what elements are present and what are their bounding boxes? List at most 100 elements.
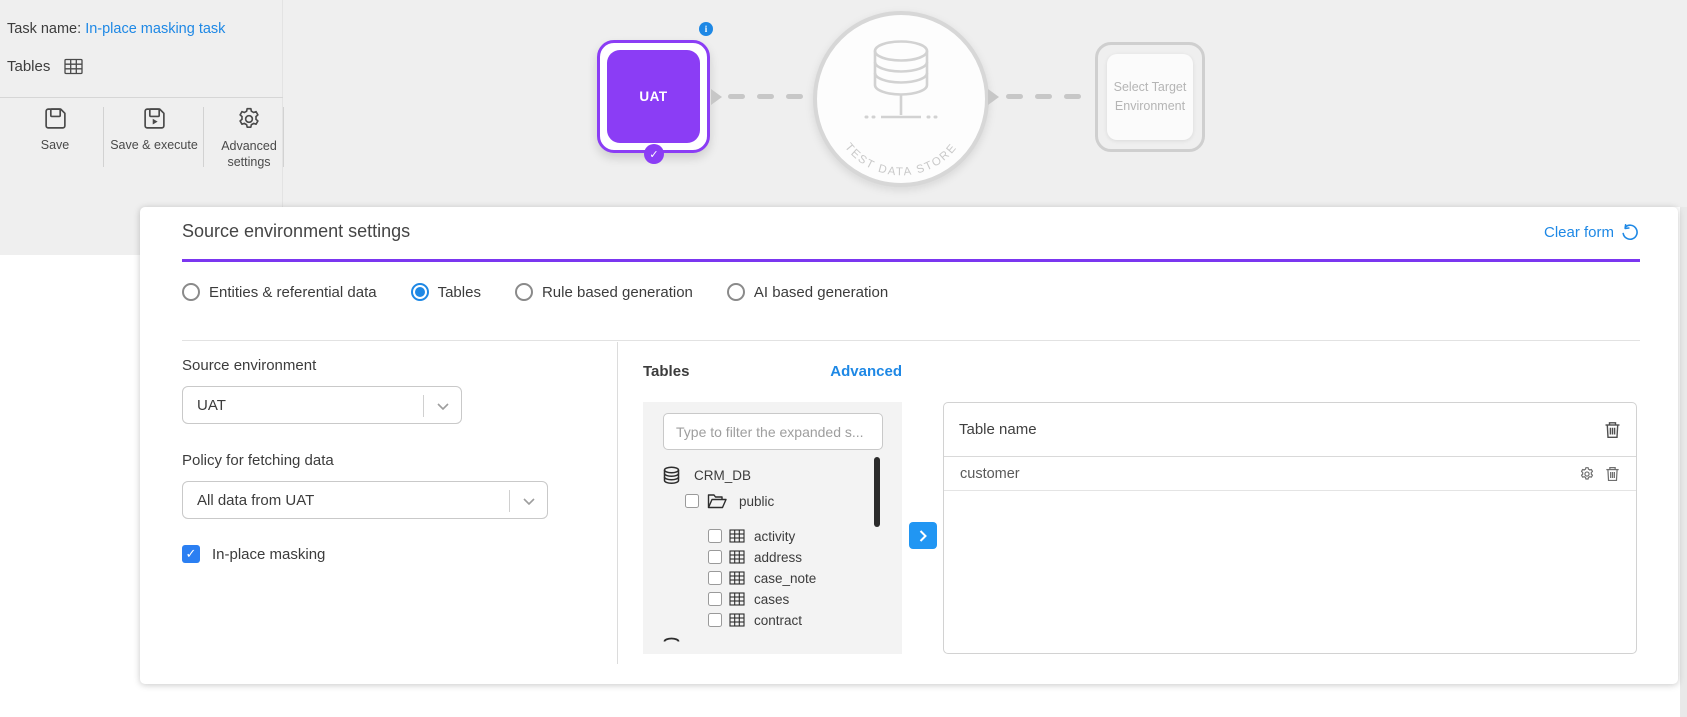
policy-select[interactable]: All data from UAT (182, 481, 548, 519)
tree-node-table[interactable]: case_note (708, 567, 816, 589)
checkbox-unchecked-icon[interactable] (685, 494, 699, 508)
advanced-settings-label: Advanced settings (206, 138, 292, 171)
advanced-settings-button[interactable]: Advanced settings (206, 106, 292, 171)
radio-ai-based[interactable]: AI based generation (727, 283, 888, 301)
dropdown-divider (509, 490, 510, 512)
task-name-label: Task name: (7, 21, 81, 37)
tree-node-label: activity (754, 529, 795, 544)
save-execute-icon (142, 106, 167, 131)
svg-text:TEST DATA STORE: TEST DATA STORE (842, 141, 960, 178)
tree-node-table[interactable]: cases (708, 588, 789, 610)
flow-dashed-connector (728, 94, 803, 99)
tables-tree-panel: CRM_DB public activity (643, 402, 902, 654)
table-grid-icon (729, 592, 745, 606)
save-button-label: Save (41, 137, 70, 153)
save-execute-button[interactable]: Save & execute (109, 106, 199, 153)
save-button[interactable]: Save (12, 106, 98, 153)
vertical-divider (617, 342, 618, 664)
trash-icon[interactable] (1604, 421, 1621, 439)
section-divider (182, 340, 1640, 341)
chevron-down-icon[interactable] (523, 498, 535, 505)
chevron-down-icon[interactable] (437, 403, 449, 410)
chevron-right-icon (919, 530, 927, 542)
checkbox-checked-icon[interactable]: ✓ (182, 545, 200, 563)
radio-label: AI based generation (754, 284, 888, 301)
workflow-source-node-label: UAT (607, 50, 700, 143)
workflow-source-node[interactable]: UAT (597, 40, 710, 153)
tree-node-label: contract (754, 613, 802, 628)
selected-tables-panel: Table name customer (943, 402, 1637, 654)
dropdown-divider (423, 395, 424, 417)
info-icon[interactable]: i (699, 22, 713, 36)
mode-label: Tables (7, 58, 50, 75)
table-grid-icon (729, 571, 745, 585)
tree-node-label: public (739, 494, 774, 509)
table-row-name: customer (960, 466, 1020, 482)
folder-open-icon (707, 493, 727, 509)
table-row[interactable]: customer (944, 457, 1636, 491)
clear-form-label: Clear form (1544, 224, 1614, 241)
radio-entities-referential[interactable]: Entities & referential data (182, 283, 377, 301)
tables-section-title: Tables (643, 363, 689, 380)
source-environment-select[interactable]: UAT (182, 386, 462, 424)
task-name-link[interactable]: In-place masking task (85, 21, 225, 37)
save-execute-label: Save & execute (110, 137, 198, 153)
radio-icon-selected[interactable] (411, 283, 429, 301)
tree-scrollbar-thumb[interactable] (874, 457, 880, 527)
table-name-header: Table name (959, 421, 1037, 438)
tables-section-header: Tables Advanced (643, 363, 902, 380)
workflow-test-data-store-node[interactable]: TEST DATA STORE (813, 11, 989, 187)
tree-node-label: cases (754, 592, 789, 607)
checkbox-unchecked-icon[interactable] (708, 550, 722, 564)
table-grid-icon (64, 58, 83, 75)
tree-filter-input[interactable] (663, 413, 883, 450)
toolbar-separator (203, 107, 204, 167)
store-node-label: TEST DATA STORE (842, 141, 960, 178)
trash-icon[interactable] (1605, 466, 1620, 482)
gear-icon[interactable] (1579, 466, 1595, 482)
advanced-link[interactable]: Advanced (830, 363, 902, 380)
flow-arrow-icon (711, 89, 722, 105)
radio-rule-based[interactable]: Rule based generation (515, 283, 693, 301)
checkbox-unchecked-icon[interactable] (708, 613, 722, 627)
checkbox-unchecked-icon[interactable] (708, 571, 722, 585)
policy-value: All data from UAT (197, 492, 314, 509)
title-underline (182, 259, 1640, 262)
radio-icon[interactable] (182, 283, 200, 301)
database-icon (663, 466, 680, 485)
table-grid-icon (729, 613, 745, 627)
radio-icon[interactable] (515, 283, 533, 301)
radio-icon[interactable] (727, 283, 745, 301)
tree-node-table[interactable]: activity (708, 525, 795, 547)
inplace-masking-label: In-place masking (212, 546, 325, 563)
radio-tables[interactable]: Tables (411, 283, 481, 301)
app-root: Task name: In-place masking task Tables … (0, 0, 1687, 717)
checkbox-unchecked-icon[interactable] (708, 592, 722, 606)
database-icon (866, 42, 936, 118)
tree-node-table[interactable]: contract (708, 609, 802, 631)
toolbar-separator (283, 107, 284, 167)
tree-node-label: CRM_DB (694, 468, 751, 483)
source-environment-label: Source environment (182, 357, 562, 374)
move-selected-button[interactable] (909, 522, 937, 549)
checkbox-unchecked-icon[interactable] (708, 529, 722, 543)
database-icon-partial (663, 634, 680, 642)
gear-icon (236, 106, 262, 132)
toolbar-separator (103, 107, 104, 167)
policy-label: Policy for fetching data (182, 452, 562, 469)
radio-label: Tables (438, 284, 481, 301)
generation-mode-radios: Entities & referential data Tables Rule … (182, 283, 888, 301)
target-node-label: Select Target Environment (1107, 54, 1193, 140)
page-scrollbar-track[interactable] (1680, 207, 1687, 717)
workflow-target-node[interactable]: Select Target Environment (1095, 42, 1205, 152)
tree-node-schema[interactable]: public (685, 490, 774, 512)
toolbar-divider (0, 97, 283, 98)
tree-node-database[interactable]: CRM_DB (663, 464, 751, 486)
radio-label: Entities & referential data (209, 284, 377, 301)
tree-node-table[interactable]: address (708, 546, 802, 568)
clear-form-button[interactable]: Clear form (1544, 224, 1638, 241)
source-environment-settings-panel: Source environment settings Clear form E… (140, 207, 1678, 684)
page-title: Source environment settings (182, 221, 410, 242)
inplace-masking-checkbox-row[interactable]: ✓ In-place masking (182, 545, 562, 563)
tree-node-label: case_note (754, 571, 816, 586)
